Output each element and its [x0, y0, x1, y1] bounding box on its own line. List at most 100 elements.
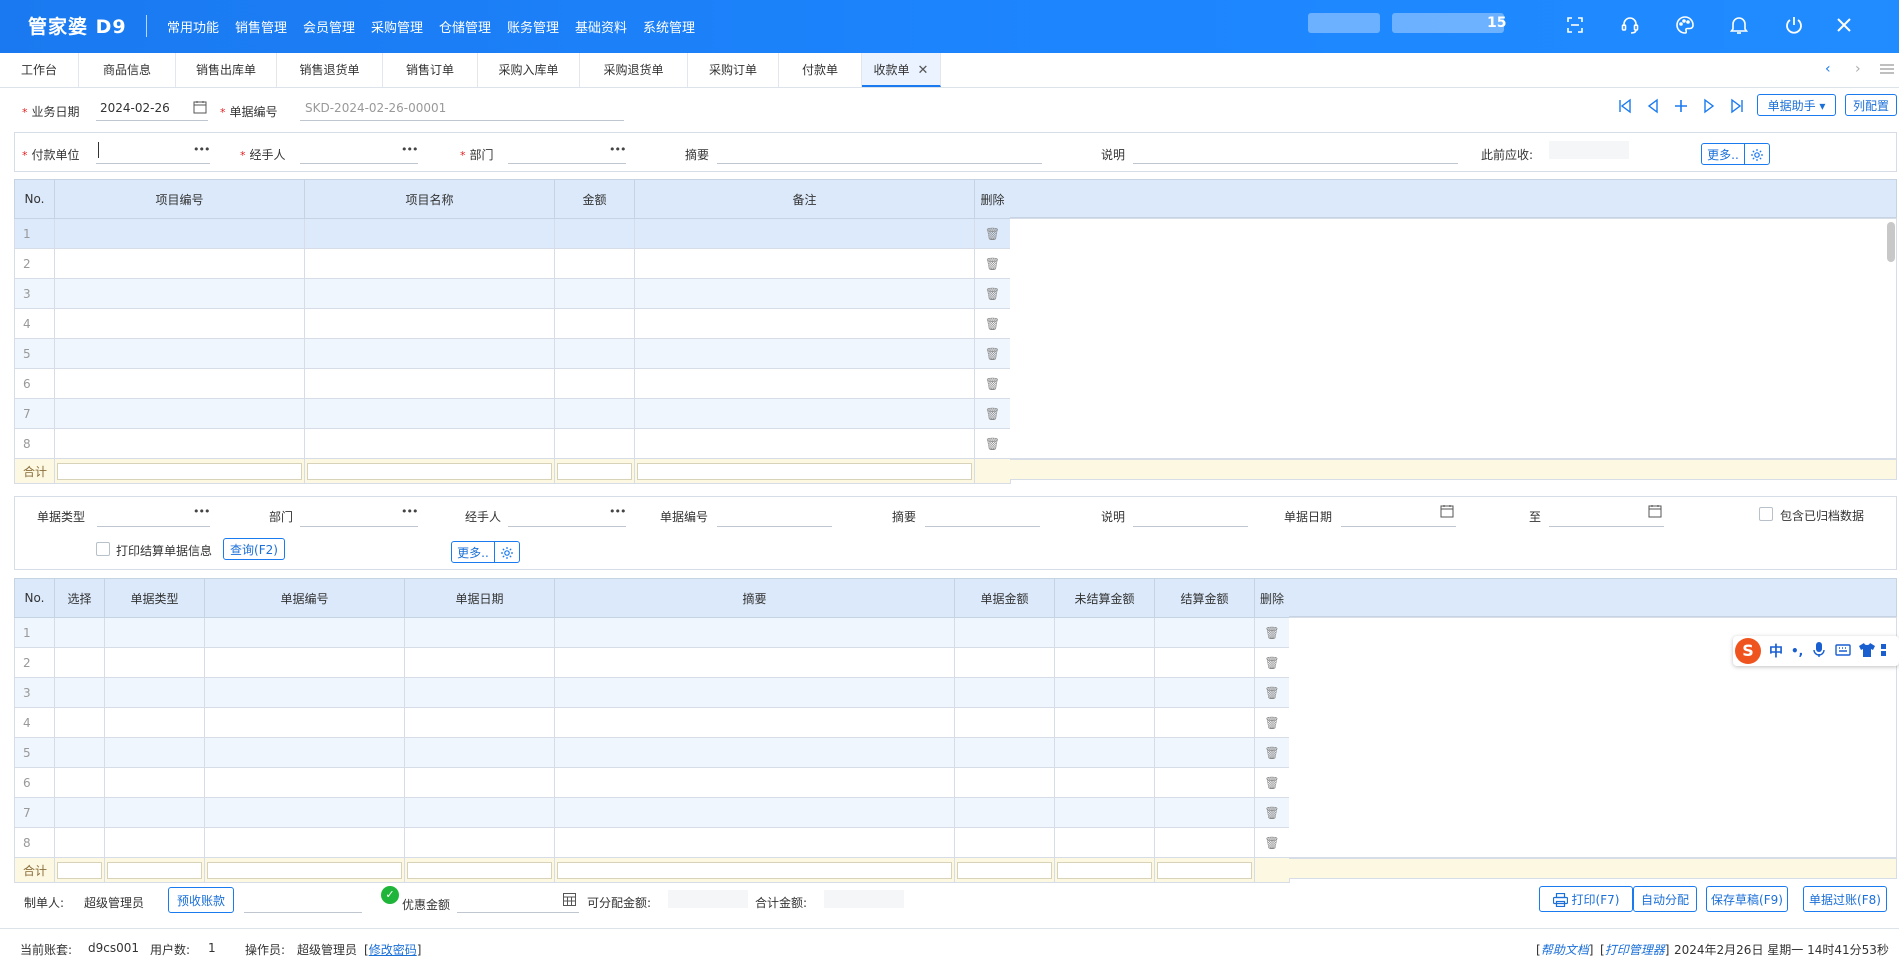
include-archived-checkbox[interactable]	[1759, 507, 1773, 521]
grid-cell[interactable]	[204, 617, 405, 648]
grid-cell[interactable]	[204, 827, 405, 858]
col-summary[interactable]: 摘要	[554, 578, 955, 618]
grid-cell[interactable]	[304, 278, 555, 309]
grid-cell[interactable]	[204, 767, 405, 798]
grid-cell[interactable]	[554, 737, 955, 768]
grid-cell[interactable]	[404, 707, 555, 738]
query-button[interactable]: 查询(F2)	[223, 538, 285, 560]
print-button[interactable]: 打印(F7)	[1539, 886, 1633, 912]
grid-cell[interactable]	[954, 767, 1055, 798]
grid-cell[interactable]	[54, 827, 105, 858]
menu-system[interactable]: 系统管理	[643, 17, 695, 36]
grid-cell[interactable]	[634, 308, 975, 339]
grid-cell[interactable]	[554, 767, 955, 798]
keyboard-icon[interactable]	[1835, 643, 1851, 659]
grid-cell[interactable]	[634, 398, 975, 429]
doc-type-picker-icon[interactable]: •••	[193, 505, 210, 518]
grid-cell[interactable]	[54, 647, 105, 678]
filter-settings-icon[interactable]	[494, 541, 520, 563]
grid-cell[interactable]	[204, 647, 405, 678]
grid-cell[interactable]	[954, 737, 1055, 768]
trash-icon[interactable]: 🗑	[974, 368, 1011, 399]
table-row[interactable]: 4 🗑	[14, 308, 1011, 339]
grid-cell[interactable]	[404, 827, 555, 858]
header-more-button[interactable]: 更多..	[1701, 143, 1745, 165]
menu-warehouse[interactable]: 仓储管理	[439, 17, 491, 36]
grid-cell[interactable]	[1054, 617, 1155, 648]
grid-cell[interactable]	[554, 428, 635, 459]
add-record-icon[interactable]	[1673, 98, 1691, 116]
date-to-calendar-icon[interactable]	[1648, 504, 1662, 521]
trash-icon[interactable]: 🗑	[1254, 677, 1290, 708]
table-row[interactable]: 2 🗑	[14, 248, 1011, 279]
grid-cell[interactable]	[554, 308, 635, 339]
grid-cell[interactable]	[554, 248, 635, 279]
trash-icon[interactable]: 🗑	[1254, 617, 1290, 648]
trash-icon[interactable]: 🗑	[974, 218, 1011, 249]
table-row[interactable]: 5 🗑	[14, 737, 1290, 768]
save-draft-button[interactable]: 保存草稿(F9)	[1706, 886, 1788, 912]
trash-icon[interactable]: 🗑	[974, 428, 1011, 459]
grid-cell[interactable]	[1054, 647, 1155, 678]
grid-cell[interactable]	[1154, 737, 1255, 768]
col-select[interactable]: 选择	[54, 578, 105, 618]
grid-cell[interactable]	[1154, 827, 1255, 858]
grid-cell[interactable]	[954, 647, 1055, 678]
table-row[interactable]: 6 🗑	[14, 767, 1290, 798]
grid-cell[interactable]	[104, 647, 205, 678]
tab-scroll-left-icon[interactable]: ‹	[1825, 61, 1831, 77]
grid-cell[interactable]	[554, 368, 635, 399]
grid-cell[interactable]	[54, 737, 105, 768]
note-input[interactable]	[1133, 163, 1458, 164]
col-doc-no[interactable]: 单据编号	[204, 578, 405, 618]
col-amount[interactable]: 金额	[554, 179, 635, 219]
grid-cell[interactable]	[304, 428, 555, 459]
summary-input[interactable]	[717, 163, 1042, 164]
grid-cell[interactable]	[104, 707, 205, 738]
grid-cell[interactable]	[54, 218, 305, 249]
trash-icon[interactable]: 🗑	[1254, 737, 1290, 768]
calculator-icon[interactable]	[563, 893, 576, 909]
trash-icon[interactable]: 🗑	[974, 398, 1011, 429]
grid-cell[interactable]	[54, 248, 305, 279]
menu-member[interactable]: 会员管理	[303, 17, 355, 36]
grid-cell[interactable]	[1054, 677, 1155, 708]
date-from-calendar-icon[interactable]	[1440, 504, 1454, 521]
grid-cell[interactable]	[104, 767, 205, 798]
grid-cell[interactable]	[1054, 797, 1155, 828]
grid-cell[interactable]	[954, 677, 1055, 708]
prepaid-input[interactable]	[244, 912, 362, 913]
grid-cell[interactable]	[1154, 677, 1255, 708]
grid-cell[interactable]	[404, 677, 555, 708]
trash-icon[interactable]: 🗑	[1254, 647, 1290, 678]
menu-sales[interactable]: 销售管理	[235, 17, 287, 36]
col-remark[interactable]: 备注	[634, 179, 975, 219]
auto-allocate-button[interactable]: 自动分配	[1633, 886, 1697, 912]
trash-icon[interactable]: 🗑	[974, 338, 1011, 369]
last-record-icon[interactable]	[1729, 98, 1747, 116]
print-settle-checkbox[interactable]	[96, 542, 110, 556]
tab-purchase-inbound[interactable]: 采购入库单	[478, 53, 580, 87]
grid-cell[interactable]	[104, 617, 205, 648]
tab-sales-return[interactable]: 销售退货单	[277, 53, 383, 87]
grid-cell[interactable]	[104, 737, 205, 768]
grid-cell[interactable]	[1054, 827, 1155, 858]
grid-cell[interactable]	[634, 278, 975, 309]
grid-cell[interactable]	[404, 617, 555, 648]
grid-cell[interactable]	[554, 677, 955, 708]
grid1-scrollbar[interactable]	[1887, 222, 1895, 262]
tab-payment[interactable]: 付款单	[779, 53, 862, 87]
next-record-icon[interactable]	[1701, 98, 1719, 116]
change-password-link[interactable]: [修改密码]	[364, 941, 421, 958]
payer-picker-icon[interactable]: •••	[193, 143, 210, 156]
grid-cell[interactable]	[54, 797, 105, 828]
doc-assistant-button[interactable]: 单据助手 ▾	[1757, 94, 1836, 116]
discount-input[interactable]	[457, 912, 579, 913]
grid-cell[interactable]	[1154, 797, 1255, 828]
trash-icon[interactable]: 🗑	[1254, 767, 1290, 798]
filter-date-to-input[interactable]	[1549, 526, 1664, 527]
fullscreen-icon[interactable]	[1562, 12, 1588, 38]
grid-cell[interactable]	[304, 308, 555, 339]
filter-summary-input[interactable]	[925, 526, 1040, 527]
grid-cell[interactable]	[554, 398, 635, 429]
